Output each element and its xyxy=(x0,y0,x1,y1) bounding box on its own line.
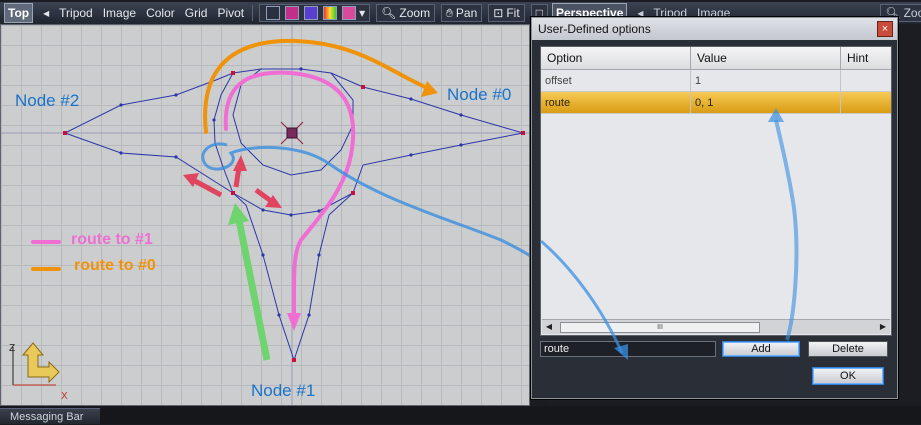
node-0-vertex xyxy=(521,131,525,135)
pan-button[interactable]: ✋︎ Pan xyxy=(441,4,483,22)
magnifier-icon: 🔍︎ xyxy=(381,6,397,20)
mesh-vertices xyxy=(119,67,463,317)
node-0-label: Node #0 xyxy=(447,85,512,104)
top-viewport[interactable]: Node #2 Node #0 Node #1 route to #1 rout… xyxy=(0,24,530,406)
legend-route-0-label: route to #0 xyxy=(74,257,156,274)
wireframe-icon[interactable] xyxy=(266,6,281,20)
color-icon[interactable] xyxy=(323,6,338,20)
legend-swatch-route-1 xyxy=(31,240,61,244)
menu-image[interactable]: Image xyxy=(103,6,136,20)
menu-tripod[interactable]: Tripod xyxy=(59,6,93,20)
menu-arrow-icon[interactable]: ◂ xyxy=(43,6,49,20)
fit-icon: ⊡ xyxy=(493,6,504,20)
user-defined-options-dialog: User-Defined options × Option Value Hint… xyxy=(531,17,898,399)
menu-color[interactable]: Color xyxy=(146,6,175,20)
legend-swatch-route-0 xyxy=(31,267,61,271)
menu-pivot[interactable]: Pivot xyxy=(217,6,244,20)
legend-route-1-label: route to #1 xyxy=(71,231,153,248)
vertex xyxy=(351,191,355,195)
zoom-button[interactable]: 🔍︎ Zoom xyxy=(376,4,436,22)
shaded-icon[interactable] xyxy=(285,6,300,20)
route-to-1-arrowhead xyxy=(287,313,301,331)
texture-icon[interactable] xyxy=(304,6,319,20)
material-icon[interactable] xyxy=(342,6,357,20)
fit-label: Fit xyxy=(506,6,520,20)
node-1-vertex xyxy=(292,358,296,362)
axis-tripod-icon xyxy=(12,342,60,386)
green-arrowhead xyxy=(228,203,249,225)
fit-button[interactable]: ⊡ Fit xyxy=(488,4,525,22)
node-2-label: Node #2 xyxy=(15,91,80,110)
pan-label: Pan xyxy=(455,6,478,20)
zoom-label: Zoom xyxy=(399,6,431,20)
node-1-label: Node #1 xyxy=(251,381,316,400)
route-to-1-path xyxy=(223,70,356,317)
messaging-bar-tab[interactable]: Messaging Bar xyxy=(0,408,100,424)
menu-grid[interactable]: Grid xyxy=(185,6,208,20)
node-2-vertex xyxy=(63,131,67,135)
hand-icon: ✋︎ xyxy=(446,5,453,20)
toolbar-divider xyxy=(252,5,254,21)
blue-annotation-overlay xyxy=(540,108,799,360)
axis-z-label: Z xyxy=(9,343,16,354)
blue-loop-annotation xyxy=(201,142,529,258)
vertex xyxy=(231,191,235,195)
route-to-0-arrowhead xyxy=(421,81,438,97)
vertex xyxy=(361,85,365,89)
status-strip xyxy=(0,406,921,424)
vertex xyxy=(231,71,235,75)
axis-x-label: X xyxy=(61,391,68,402)
viewport-toolbar: Top ◂ Tripod Image Color Grid Pivot ▾ 🔍︎… xyxy=(0,2,560,25)
viewport-label[interactable]: Top xyxy=(4,3,34,23)
chevron-down-icon[interactable]: ▾ xyxy=(359,6,365,20)
scene-drawing xyxy=(1,25,529,405)
zoom-label-right: Zoom xyxy=(903,6,921,20)
display-mode-buttons[interactable]: ▾ xyxy=(259,4,371,22)
green-arrow xyxy=(235,219,271,361)
